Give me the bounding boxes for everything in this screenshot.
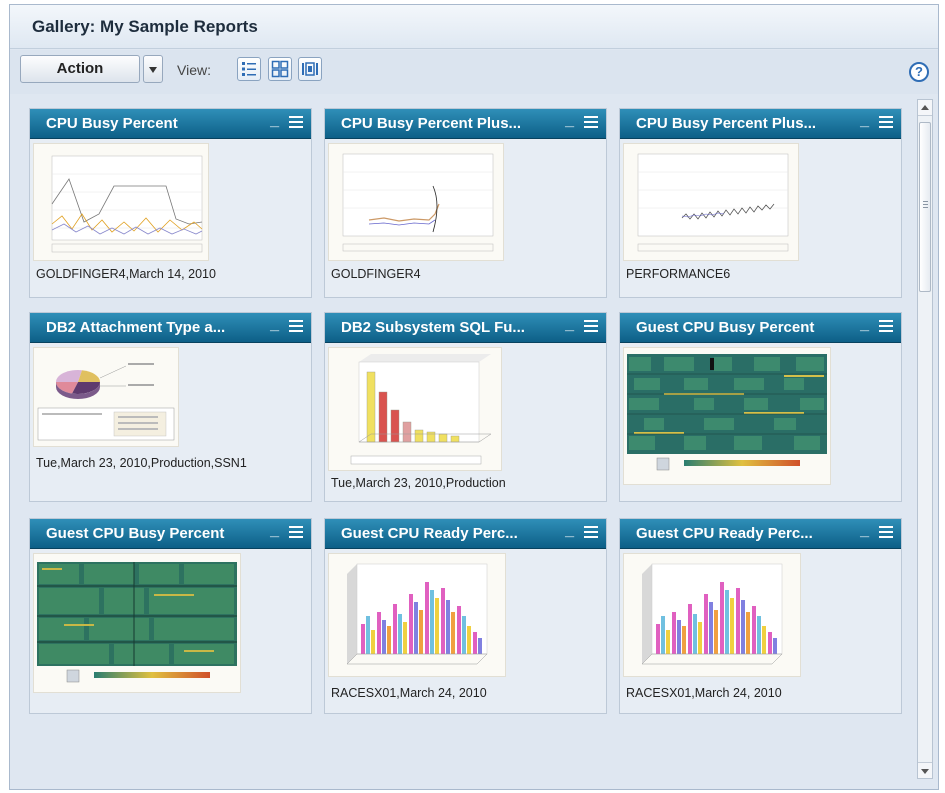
filmstrip-view-button[interactable]	[298, 57, 322, 81]
treemap-thumbnail	[627, 354, 827, 471]
action-dropdown-button[interactable]	[143, 55, 163, 83]
line-chart-thumbnail	[51, 155, 203, 253]
report-thumbnail[interactable]	[328, 143, 504, 261]
minimize-icon[interactable]: _	[565, 522, 574, 540]
scroll-down-button[interactable]	[918, 762, 932, 778]
gallery-title-bar: Gallery: My Sample Reports	[10, 5, 938, 49]
gallery-panel: Gallery: My Sample Reports Action View:	[9, 4, 939, 790]
vertical-scrollbar[interactable]	[917, 99, 933, 779]
gallery-title: Gallery: My Sample Reports	[32, 17, 258, 36]
report-tile[interactable]: Guest CPU Busy Percent _	[29, 518, 312, 714]
menu-icon[interactable]	[289, 116, 303, 130]
report-thumbnail[interactable]	[328, 347, 502, 471]
report-thumbnail[interactable]	[328, 553, 506, 677]
report-tile[interactable]: CPU Busy Percent Plus... _ GOLDFINGER4	[324, 108, 607, 298]
gallery-toolbar: Action View: ?	[10, 50, 938, 94]
tile-title: Guest CPU Busy Percent	[46, 525, 225, 542]
minimize-icon[interactable]: _	[270, 112, 279, 130]
action-button[interactable]: Action	[20, 55, 140, 83]
menu-icon[interactable]	[584, 116, 598, 130]
tile-header: CPU Busy Percent Plus... _	[325, 109, 606, 139]
menu-icon[interactable]	[879, 116, 893, 130]
pie-chart-thumbnail	[37, 363, 175, 441]
menu-icon[interactable]	[879, 320, 893, 334]
line-chart-thumbnail	[342, 153, 494, 252]
tile-title: DB2 Subsystem SQL Fu...	[341, 319, 525, 336]
list-view-button[interactable]	[237, 57, 261, 81]
menu-icon[interactable]	[289, 320, 303, 334]
3d-bar-chart-thumbnail	[350, 354, 492, 465]
tile-title: CPU Busy Percent Plus...	[636, 115, 817, 132]
report-tile[interactable]: Guest CPU Ready Perc... _ RACESX01,March…	[324, 518, 607, 714]
report-thumbnail[interactable]	[33, 143, 209, 261]
tile-header: CPU Busy Percent Plus... _	[620, 109, 901, 139]
menu-icon[interactable]	[879, 526, 893, 540]
minimize-icon[interactable]: _	[860, 316, 869, 334]
tile-header: DB2 Attachment Type a... _	[30, 313, 311, 343]
scroll-thumb[interactable]	[919, 122, 931, 292]
report-tile[interactable]: CPU Busy Percent _ GOLDFINGER4,March 14,…	[29, 108, 312, 298]
tile-title: Guest CPU Ready Perc...	[636, 525, 813, 542]
tile-header: Guest CPU Busy Percent _	[620, 313, 901, 343]
tile-caption: GOLDFINGER4,March 14, 2010	[36, 267, 216, 281]
tile-header: DB2 Subsystem SQL Fu... _	[325, 313, 606, 343]
report-thumbnail[interactable]	[623, 553, 801, 677]
tile-title: DB2 Attachment Type a...	[46, 319, 226, 336]
tile-header: Guest CPU Ready Perc... _	[325, 519, 606, 549]
tile-caption: Tue,March 23, 2010,Production,SSN1	[36, 456, 247, 470]
menu-icon[interactable]	[289, 526, 303, 540]
view-label: View:	[177, 62, 211, 78]
report-thumbnail[interactable]	[33, 553, 241, 693]
menu-icon[interactable]	[584, 320, 598, 334]
tile-header: Guest CPU Ready Perc... _	[620, 519, 901, 549]
report-tile[interactable]: DB2 Attachment Type a... _ Tue,March 23,…	[29, 312, 312, 502]
grid-view-button[interactable]	[268, 57, 292, 81]
3d-bar-chart-thumbnail	[641, 563, 783, 665]
minimize-icon[interactable]: _	[860, 522, 869, 540]
filmstrip-view-icon	[302, 62, 318, 76]
grid-view-icon	[271, 60, 289, 78]
report-thumbnail[interactable]	[623, 143, 799, 261]
arrow-up-icon	[921, 105, 929, 110]
report-tile[interactable]: DB2 Subsystem SQL Fu... _ Tue,March 23, …	[324, 312, 607, 502]
minimize-icon[interactable]: _	[860, 112, 869, 130]
tile-header: CPU Busy Percent _	[30, 109, 311, 139]
tile-title: Guest CPU Ready Perc...	[341, 525, 518, 542]
gallery-content: CPU Busy Percent _ GOLDFINGER4,March 14,…	[11, 94, 911, 774]
help-icon[interactable]: ?	[909, 62, 929, 82]
minimize-icon[interactable]: _	[270, 316, 279, 334]
tile-header: Guest CPU Busy Percent _	[30, 519, 311, 549]
tile-caption: GOLDFINGER4	[331, 267, 421, 281]
minimize-icon[interactable]: _	[270, 522, 279, 540]
tile-caption: RACESX01,March 24, 2010	[331, 686, 487, 700]
tile-title: CPU Busy Percent Plus...	[341, 115, 522, 132]
minimize-icon[interactable]: _	[565, 316, 574, 334]
line-chart-thumbnail	[637, 153, 789, 252]
report-thumbnail[interactable]	[33, 347, 179, 447]
tile-caption: Tue,March 23, 2010,Production	[331, 476, 506, 490]
report-thumbnail[interactable]	[623, 347, 831, 485]
list-view-icon	[242, 62, 256, 76]
tile-title: Guest CPU Busy Percent	[636, 319, 815, 336]
tile-caption: PERFORMANCE6	[626, 267, 731, 281]
arrow-down-icon	[921, 769, 929, 774]
chevron-down-icon	[149, 67, 157, 73]
tile-title: CPU Busy Percent	[46, 115, 178, 132]
3d-bar-chart-thumbnail	[346, 563, 488, 665]
menu-icon[interactable]	[584, 526, 598, 540]
report-tile[interactable]: Guest CPU Busy Percent _	[619, 312, 902, 502]
minimize-icon[interactable]: _	[565, 112, 574, 130]
report-tile[interactable]: CPU Busy Percent Plus... _ PERFORMANCE6	[619, 108, 902, 298]
treemap-thumbnail	[37, 562, 237, 683]
tile-caption: RACESX01,March 24, 2010	[626, 686, 782, 700]
report-tile[interactable]: Guest CPU Ready Perc... _ RACESX01,March…	[619, 518, 902, 714]
scroll-up-button[interactable]	[918, 100, 932, 116]
